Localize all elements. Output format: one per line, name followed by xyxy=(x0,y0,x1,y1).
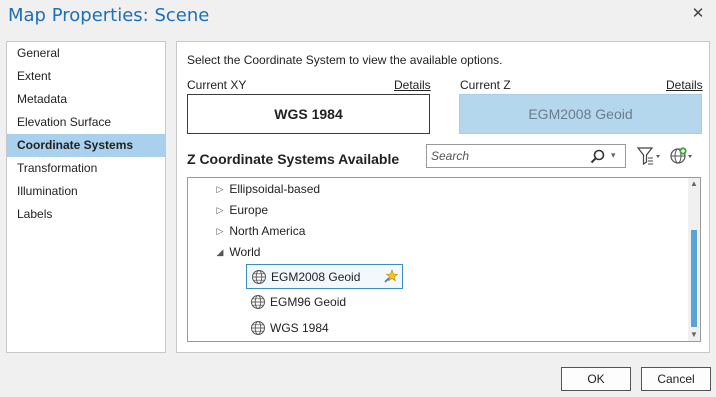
title-bar: Map Properties: Scene ✕ xyxy=(0,0,716,34)
current-xy-label: Current XY xyxy=(187,78,247,92)
scroll-up-icon[interactable]: ▲ xyxy=(688,178,700,190)
tree-folder-label: World xyxy=(229,245,261,259)
filter-button[interactable] xyxy=(635,144,663,168)
sidebar-item-coordinate-systems[interactable]: Coordinate Systems xyxy=(7,134,165,157)
z-systems-tree: ▷ Ellipsoidal-based ▷ Europe ▷ North Ame… xyxy=(187,177,701,342)
sidebar-item-metadata[interactable]: Metadata xyxy=(7,88,165,111)
search-options-chevron-icon[interactable]: ▾ xyxy=(611,150,616,161)
current-xy-details-link[interactable]: Details xyxy=(394,78,431,92)
tree-folder[interactable]: ◢ World xyxy=(214,242,261,262)
globe-icon xyxy=(252,270,266,284)
sidebar-item-illumination[interactable]: Illumination xyxy=(7,180,165,203)
tree-leaf-egm96-geoid[interactable]: EGM96 Geoid xyxy=(246,290,403,315)
current-z-box[interactable]: EGM2008 Geoid xyxy=(459,94,702,134)
coordinate-systems-panel: Select the Coordinate System to view the… xyxy=(176,41,710,353)
sidebar-item-transformation[interactable]: Transformation xyxy=(7,157,165,180)
tree-folder[interactable]: ▷ North America xyxy=(214,221,306,241)
current-xy-box[interactable]: WGS 1984 xyxy=(187,94,430,134)
tree-leaf-label: EGM96 Geoid xyxy=(270,295,347,309)
current-z-details-link[interactable]: Details xyxy=(666,78,703,92)
sidebar-nav: General Extent Metadata Elevation Surfac… xyxy=(6,41,166,353)
globe-icon xyxy=(251,295,265,309)
sidebar-item-extent[interactable]: Extent xyxy=(7,65,165,88)
tree-scrollbar[interactable]: ▲ ▼ xyxy=(688,178,700,341)
tree-folder[interactable]: ▷ Europe xyxy=(214,200,269,220)
favorite-star-icon[interactable] xyxy=(384,269,398,283)
expand-arrow-icon[interactable]: ▷ xyxy=(214,221,226,241)
tree-leaf-label: EGM2008 Geoid xyxy=(271,270,361,284)
tree-folder[interactable]: ▷ Ellipsoidal-based xyxy=(214,179,321,199)
globe-add-icon xyxy=(670,147,692,164)
tree-leaf-label: WGS 1984 xyxy=(270,321,329,335)
cancel-button[interactable]: Cancel xyxy=(641,367,711,391)
sidebar-item-labels[interactable]: Labels xyxy=(7,203,165,226)
filter-icon xyxy=(636,147,660,166)
tree-folder-label: Europe xyxy=(229,203,269,217)
z-systems-header: Z Coordinate Systems Available xyxy=(187,151,400,167)
sidebar-item-general[interactable]: General xyxy=(7,42,165,65)
add-coordinate-system-button[interactable] xyxy=(667,144,695,168)
scroll-thumb[interactable] xyxy=(691,230,697,327)
collapse-arrow-icon[interactable]: ◢ xyxy=(214,242,226,262)
search-input[interactable] xyxy=(431,147,581,165)
search-box: ▾ xyxy=(426,144,626,168)
tree-folder-label: North America xyxy=(229,224,306,238)
tree-folder-label: Ellipsoidal-based xyxy=(229,182,321,196)
ok-button[interactable]: OK xyxy=(561,367,631,391)
expand-arrow-icon[interactable]: ▷ xyxy=(214,200,226,220)
expand-arrow-icon[interactable]: ▷ xyxy=(214,179,226,199)
instruction-text: Select the Coordinate System to view the… xyxy=(187,53,503,67)
close-icon[interactable]: ✕ xyxy=(690,6,706,22)
current-z-label: Current Z xyxy=(460,78,511,92)
globe-icon xyxy=(251,321,265,335)
tree-leaf-egm2008-geoid[interactable]: EGM2008 Geoid xyxy=(246,264,403,289)
search-icon[interactable] xyxy=(589,148,607,166)
tree-leaf-wgs-1984[interactable]: WGS 1984 xyxy=(246,316,403,341)
scroll-down-icon[interactable]: ▼ xyxy=(688,329,700,341)
sidebar-item-elevation-surface[interactable]: Elevation Surface xyxy=(7,111,165,134)
window-title: Map Properties: Scene xyxy=(8,5,210,26)
